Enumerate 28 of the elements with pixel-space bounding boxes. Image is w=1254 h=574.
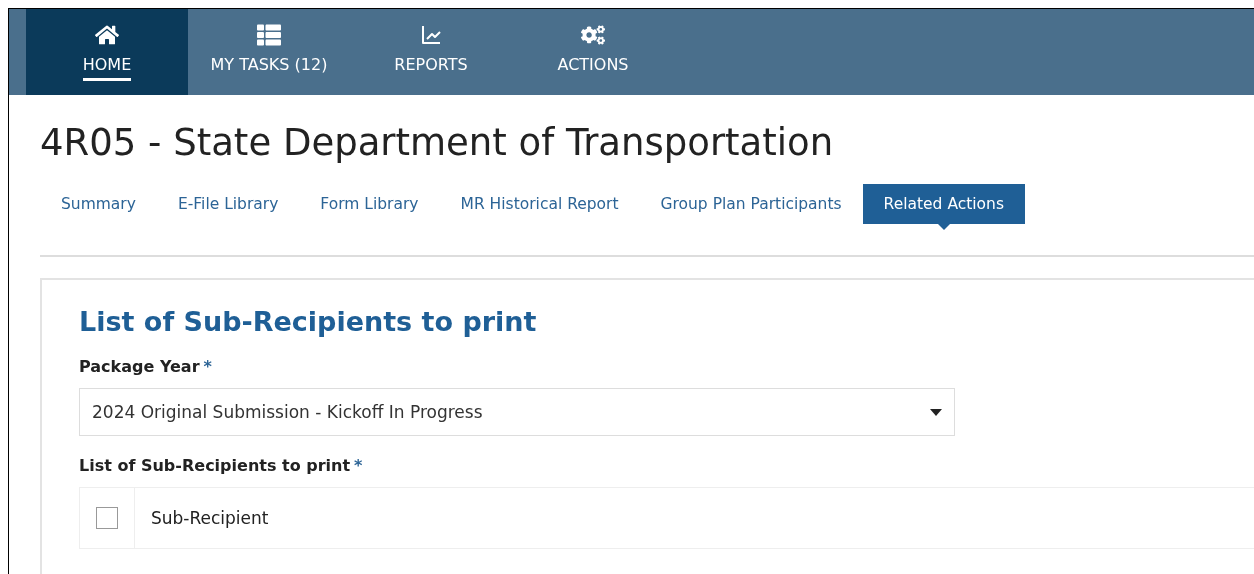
nav-label: REPORTS <box>394 55 468 76</box>
nav-tab[interactable]: MY TASKS (12) <box>188 9 350 95</box>
gears-icon <box>581 23 605 47</box>
tab[interactable]: Summary <box>40 184 157 224</box>
select-all-checkbox[interactable] <box>96 507 118 529</box>
list-icon <box>257 23 281 47</box>
tab[interactable]: E-File Library <box>156 184 300 224</box>
nav-label: ACTIONS <box>557 55 629 76</box>
house-icon <box>95 23 119 47</box>
caret-icon <box>930 408 942 416</box>
nav-tab[interactable]: ACTIONS <box>512 9 674 95</box>
field-label: Package Year <box>79 357 200 376</box>
tab-pointer-icon <box>937 224 950 230</box>
column-header: Sub-Recipient <box>150 507 269 530</box>
tab[interactable]: Form Library <box>299 184 440 224</box>
line-chart-icon <box>419 23 443 47</box>
section-heading: List of Sub-Recipients to print <box>79 306 538 337</box>
nav-tab[interactable]: HOME <box>26 9 188 95</box>
nav-tab[interactable]: REPORTS <box>350 9 512 95</box>
page-title: 4R05 - State Department of Transportation <box>40 121 835 164</box>
package-year-select[interactable]: 2024 Original Submission - Kickoff In Progress <box>79 388 955 436</box>
tab[interactable]: MR Historical Report <box>439 184 640 224</box>
nav-label: MY TASKS (12) <box>210 55 328 76</box>
nav-label: HOME <box>82 55 132 81</box>
tab[interactable]: Group Plan Participants <box>639 184 863 224</box>
required-mark: * <box>354 456 363 475</box>
field-label: List of Sub-Recipients to print <box>79 456 351 475</box>
required-mark: * <box>203 357 212 376</box>
